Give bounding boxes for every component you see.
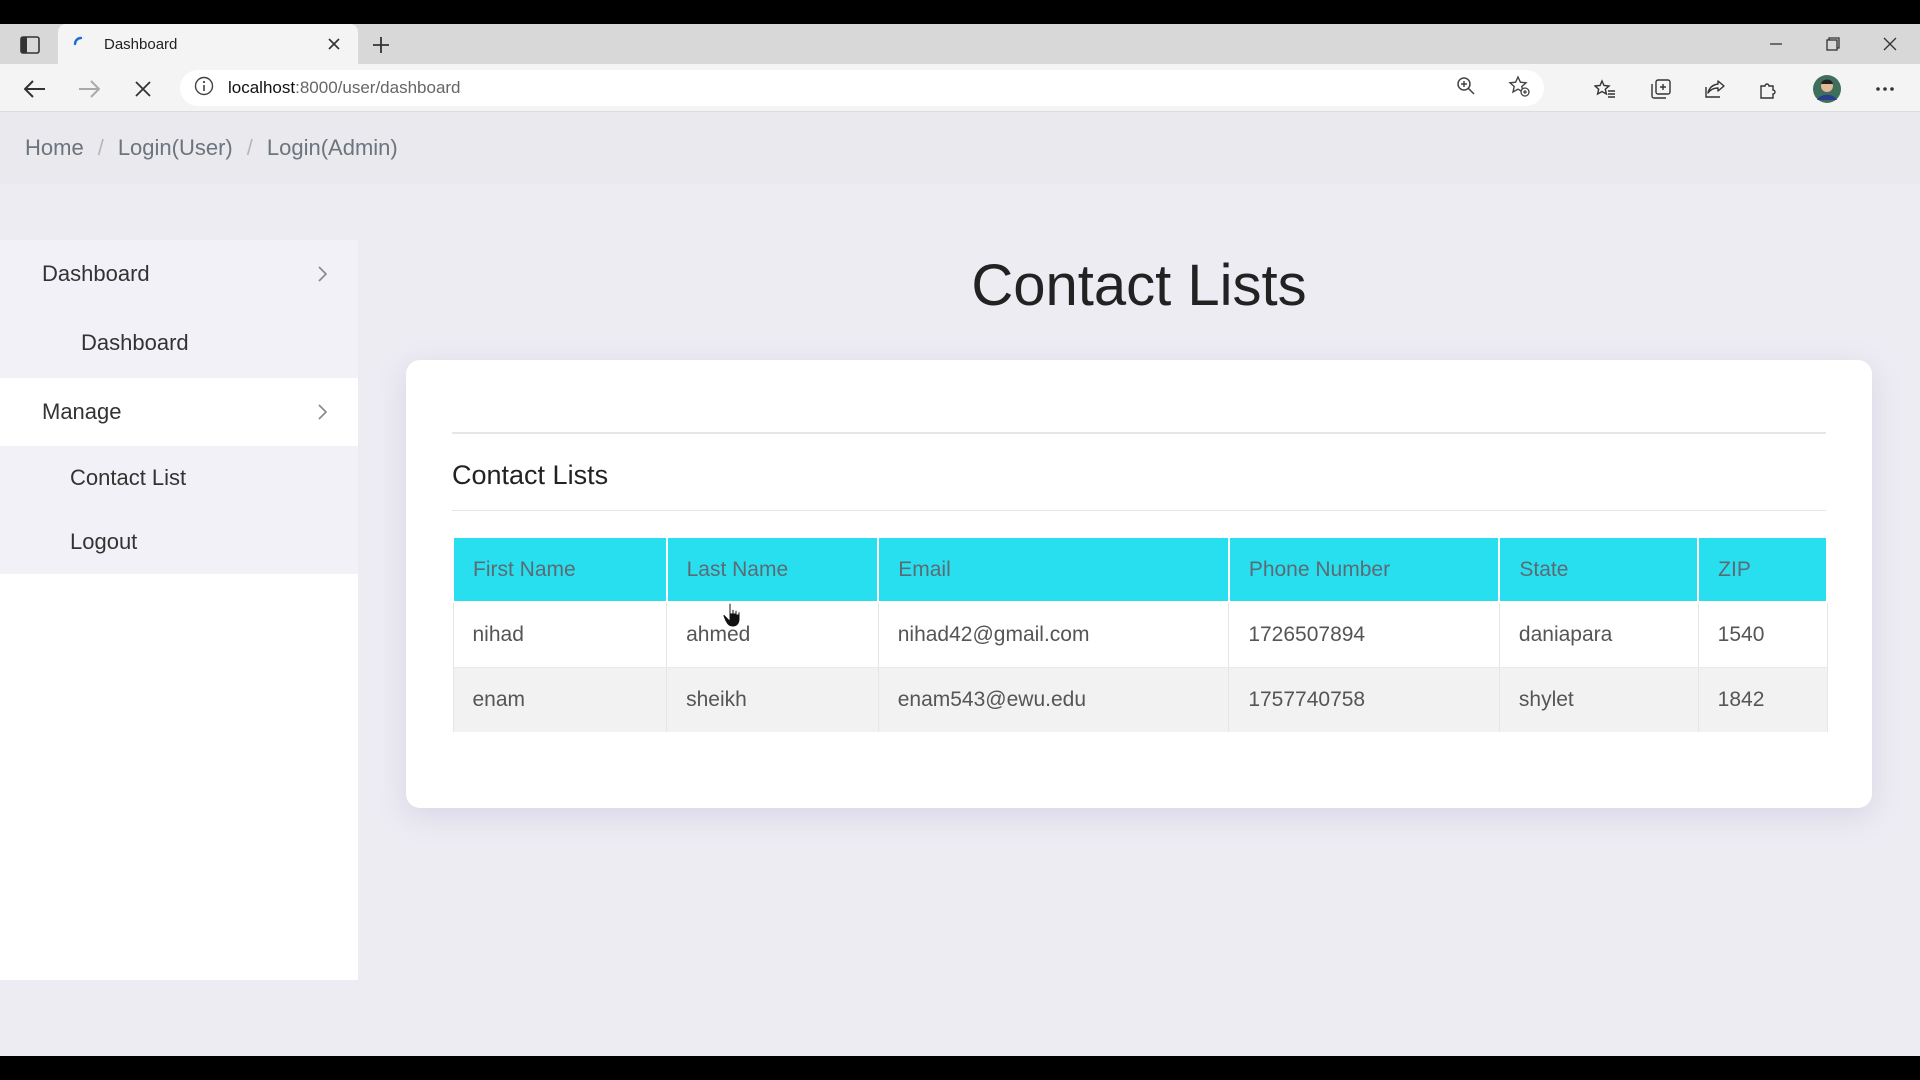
column-header-state[interactable]: State — [1498, 538, 1700, 603]
table-row[interactable]: nihad ahmed nihad42@gmail.com 1726507894… — [452, 602, 1828, 668]
hand-cursor-icon — [722, 602, 741, 628]
collections-icon[interactable] — [1644, 72, 1678, 106]
screen-top-border — [0, 0, 1920, 24]
chevron-right-icon — [318, 404, 328, 420]
minimize-icon[interactable] — [1750, 24, 1802, 64]
browser-tab-active[interactable]: Dashboard — [58, 24, 358, 64]
breadcrumb-login-user[interactable]: Login(User) — [118, 135, 233, 161]
page-content: Home / Login(User) / Login(Admin) Dashbo… — [0, 112, 1920, 1056]
cell-email: enam543@ewu.edu — [878, 667, 1230, 732]
sidebar-item-dashboard[interactable]: Dashboard — [0, 308, 358, 378]
cell-phone: 1757740758 — [1228, 667, 1500, 732]
cell-state: daniapara — [1499, 602, 1699, 668]
sidebar-item-contact-list[interactable]: Contact List — [0, 446, 358, 510]
contact-card: Contact Lists First Name Last Name Email… — [406, 360, 1872, 808]
favorites-icon[interactable] — [1588, 72, 1622, 106]
restore-icon[interactable] — [1807, 24, 1859, 64]
column-header-last-name[interactable]: Last Name — [665, 538, 880, 603]
sidebar-item-logout[interactable]: Logout — [0, 510, 358, 574]
sidebar-item-label: Contact List — [70, 465, 187, 490]
column-header-phone[interactable]: Phone Number — [1227, 538, 1501, 603]
share-icon[interactable] — [1698, 72, 1732, 106]
close-tab-icon[interactable] — [324, 34, 344, 54]
breadcrumb-login-admin[interactable]: Login(Admin) — [267, 135, 398, 161]
chevron-right-icon — [318, 266, 328, 282]
zoom-icon[interactable] — [1456, 76, 1476, 101]
url-host: localhost — [228, 78, 296, 97]
cell-first-name: enam — [452, 667, 668, 732]
card-title: Contact Lists — [452, 460, 609, 490]
breadcrumb-separator: / — [246, 135, 253, 160]
tab-title: Dashboard — [104, 35, 178, 53]
divider — [452, 432, 1826, 434]
url-text[interactable]: localhost:8000/user/dashboard — [228, 78, 461, 98]
stop-loading-icon[interactable] — [126, 72, 160, 106]
close-window-icon[interactable] — [1864, 24, 1916, 64]
breadcrumb: Home / Login(User) / Login(Admin) — [0, 112, 1920, 184]
browser-toolbar: localhost:8000/user/dashboard — [0, 64, 1920, 112]
screen-bottom-border — [0, 1056, 1920, 1080]
more-options-icon[interactable] — [1868, 72, 1902, 106]
table-header-row: First Name Last Name Email Phone Number … — [452, 538, 1828, 603]
new-tab-icon[interactable] — [366, 30, 396, 60]
cell-phone: 1726507894 — [1228, 602, 1500, 668]
loading-spinner-icon — [72, 35, 90, 53]
breadcrumb-separator: / — [97, 135, 104, 160]
column-header-first-name[interactable]: First Name — [452, 538, 668, 603]
table-row[interactable]: enam sheikh enam543@ewu.edu 1757740758 s… — [452, 667, 1828, 732]
divider — [452, 510, 1826, 511]
sidebar-item-label: Logout — [70, 529, 138, 554]
cell-last-name: ahmed — [666, 602, 879, 668]
back-arrow-icon[interactable] — [18, 72, 52, 106]
column-header-email[interactable]: Email — [877, 538, 1230, 603]
sidebar-group-label: Dashboard — [42, 261, 150, 286]
cell-last-name: sheikh — [666, 667, 879, 732]
forward-arrow-icon[interactable] — [72, 72, 106, 106]
add-favorite-icon[interactable] — [1508, 74, 1530, 102]
sidebar-group-dashboard[interactable]: Dashboard — [0, 240, 358, 308]
address-bar[interactable]: localhost:8000/user/dashboard — [180, 70, 1544, 106]
cell-zip: 1540 — [1698, 602, 1828, 668]
profile-avatar-icon[interactable] — [1810, 72, 1844, 106]
page-title: Contact Lists — [971, 253, 1307, 318]
browser-tabstrip: Dashboard — [0, 24, 1920, 64]
tab-actions-icon[interactable] — [14, 32, 46, 58]
contacts-table: First Name Last Name Email Phone Number … — [452, 538, 1828, 732]
column-header-zip[interactable]: ZIP — [1697, 538, 1828, 603]
sidebar: Dashboard Dashboard Manage Contact List … — [0, 240, 358, 980]
cell-zip: 1842 — [1698, 667, 1828, 732]
cell-first-name: nihad — [452, 602, 668, 668]
breadcrumb-home[interactable]: Home — [25, 135, 84, 161]
extensions-icon[interactable] — [1752, 72, 1786, 106]
sidebar-group-manage[interactable]: Manage — [0, 378, 358, 446]
site-info-icon[interactable] — [194, 76, 214, 101]
sidebar-manage-submenu: Contact List Logout — [0, 446, 358, 574]
cell-state: shylet — [1499, 667, 1699, 732]
sidebar-item-label: Dashboard — [81, 330, 189, 355]
url-path: :8000/user/dashboard — [295, 78, 461, 97]
cell-email: nihad42@gmail.com — [878, 602, 1230, 668]
sidebar-group-label: Manage — [42, 399, 122, 424]
